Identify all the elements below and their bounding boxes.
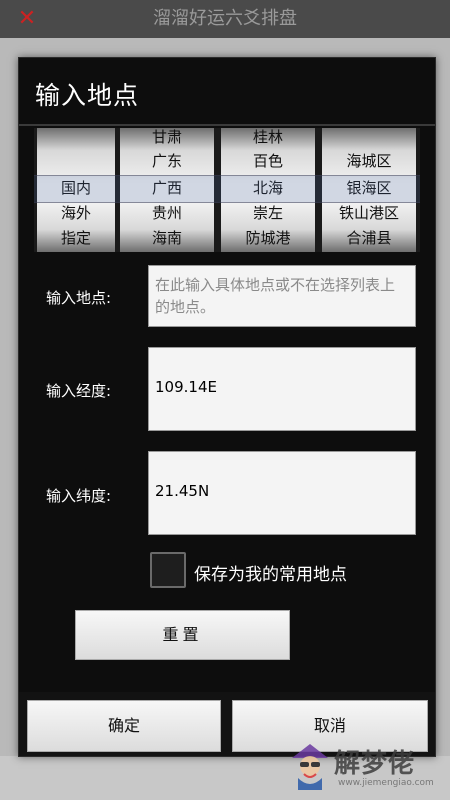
picker-item[interactable]: 防城港	[221, 226, 315, 250]
picker-item[interactable]: 广东	[120, 149, 214, 173]
picker-item[interactable]	[37, 149, 115, 173]
longitude-label: 输入经度:	[46, 382, 112, 400]
watermark-url: www.jiemengiao.com	[338, 778, 434, 788]
picker-selection-band	[34, 175, 420, 203]
save-favorite-label[interactable]: 保存为我的常用地点	[194, 560, 347, 585]
longitude-input[interactable]: 109.14E	[148, 347, 416, 431]
picker-item[interactable]: 崇左	[221, 201, 315, 225]
app-titlebar: ✕ 溜溜好运六爻排盘	[0, 0, 450, 38]
picker-item[interactable]: 指定	[37, 226, 115, 250]
picker-item[interactable]	[322, 128, 416, 149]
dialog-title: 输入地点	[35, 81, 140, 110]
picker-item[interactable]: 海城区	[322, 149, 416, 173]
place-label: 输入地点:	[46, 289, 112, 307]
picker-item[interactable]: 桂林	[221, 128, 315, 149]
location-dialog: 输入地点 国内 海外 指定 甘肃 广东 广西 贵州 海南 桂林 百色 北海 崇左…	[18, 57, 436, 757]
picker-item[interactable]	[37, 128, 115, 149]
save-favorite-checkbox[interactable]	[150, 552, 186, 588]
watermark-logo-icon	[292, 744, 328, 790]
confirm-button[interactable]: 确定	[27, 700, 221, 752]
watermark-text: 解梦佬	[334, 749, 416, 779]
latitude-label: 输入纬度:	[46, 487, 112, 505]
picker-item[interactable]: 合浦县	[322, 226, 416, 250]
location-wheel-picker[interactable]: 国内 海外 指定 甘肃 广东 广西 贵州 海南 桂林 百色 北海 崇左 防城港 …	[34, 128, 420, 252]
watermark: 解梦佬 www.jiemengiao.com	[288, 738, 448, 798]
picker-item[interactable]: 贵州	[120, 201, 214, 225]
place-placeholder: 在此输入具体地点或不在选择列表上的地点。	[155, 276, 396, 316]
latitude-input[interactable]: 21.45N	[148, 451, 416, 535]
picker-item[interactable]: 甘肃	[120, 128, 214, 149]
picker-item[interactable]: 海南	[120, 226, 214, 250]
reset-button[interactable]: 重置	[75, 610, 290, 660]
app-title: 溜溜好运六爻排盘	[153, 8, 297, 29]
place-input[interactable]: 在此输入具体地点或不在选择列表上的地点。	[148, 265, 416, 327]
picker-item[interactable]: 海外	[37, 201, 115, 225]
picker-item[interactable]: 铁山港区	[322, 201, 416, 225]
title-divider	[19, 124, 435, 126]
picker-item[interactable]: 百色	[221, 149, 315, 173]
